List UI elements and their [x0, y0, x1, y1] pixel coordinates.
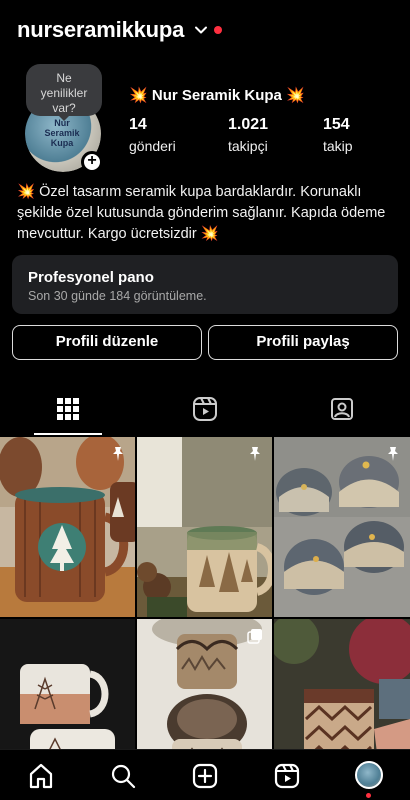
post-thumbnail[interactable]	[137, 619, 272, 749]
stat-following[interactable]: 154 takip	[323, 116, 353, 154]
post-image	[274, 437, 410, 617]
post-image	[137, 437, 272, 617]
pin-icon	[388, 447, 398, 461]
create-icon[interactable]	[191, 762, 219, 790]
stat-value: 1.021	[228, 116, 269, 133]
active-tab-indicator	[34, 433, 102, 435]
add-story-button[interactable]: +	[81, 151, 103, 173]
bio: 💥 Özel tasarım seramik kupa bardaklardır…	[17, 182, 397, 245]
reels-icon[interactable]	[192, 396, 218, 422]
top-bar: nurseramikkupa	[0, 0, 410, 62]
spark-emoji: 💥	[17, 184, 36, 200]
stat-followers[interactable]: 1.021 takipçi	[228, 116, 268, 154]
note-bubble[interactable]: Ne yenilikler var?	[26, 64, 102, 116]
pin-icon	[113, 447, 123, 461]
post-thumbnail[interactable]	[274, 619, 410, 749]
bottom-navigation	[0, 749, 410, 800]
avatar-logo-text: Nur Seramik Kupa	[44, 118, 80, 148]
home-icon[interactable]	[27, 762, 55, 790]
note-bubble-tail	[57, 114, 71, 121]
plus-icon: +	[87, 152, 97, 169]
dashboard-subtitle: Son 30 günde 184 görüntüleme.	[28, 289, 207, 303]
stat-label: takipçi	[228, 138, 268, 154]
spark-emoji: 💥	[286, 87, 305, 104]
note-line: Ne	[56, 71, 72, 85]
pin-icon	[250, 447, 260, 461]
post-thumbnail[interactable]	[0, 619, 135, 749]
nav-notification-dot	[366, 793, 371, 798]
post-image	[0, 437, 135, 617]
post-thumbnail[interactable]	[0, 437, 135, 617]
stat-label: gönderi	[129, 138, 176, 154]
profile-tabs	[0, 388, 410, 436]
reels-icon[interactable]	[273, 762, 301, 790]
post-thumbnail[interactable]	[274, 437, 410, 617]
display-name: 💥 Nur Seramik Kupa 💥	[129, 86, 305, 104]
search-icon[interactable]	[109, 762, 137, 790]
display-name-text: Nur Seramik Kupa	[151, 87, 282, 104]
grid-icon[interactable]	[55, 396, 81, 422]
multi-post-icon	[247, 629, 262, 644]
profile-avatar-icon[interactable]	[355, 761, 383, 789]
notification-dot	[214, 26, 222, 34]
stat-value: 14	[129, 116, 147, 133]
posts-grid	[0, 437, 410, 749]
tagged-icon[interactable]	[329, 396, 355, 422]
professional-dashboard[interactable]: Profesyonel pano Son 30 günde 184 görünt…	[12, 255, 398, 314]
post-thumbnail[interactable]	[137, 437, 272, 617]
stat-posts[interactable]: 14 gönderi	[129, 116, 176, 154]
chevron-down-icon[interactable]	[193, 22, 209, 38]
stat-value: 154	[323, 116, 350, 133]
share-profile-button[interactable]: Profili paylaş	[208, 325, 398, 360]
spark-emoji: 💥	[200, 226, 219, 242]
spark-emoji: 💥	[129, 87, 148, 104]
stat-label: takip	[323, 138, 353, 154]
edit-profile-button[interactable]: Profili düzenle	[12, 325, 202, 360]
username[interactable]: nurseramikkupa	[17, 17, 184, 43]
post-image	[0, 619, 135, 749]
note-line: yenilikler	[40, 86, 88, 100]
dashboard-title: Profesyonel pano	[28, 269, 154, 286]
post-image	[274, 619, 410, 749]
